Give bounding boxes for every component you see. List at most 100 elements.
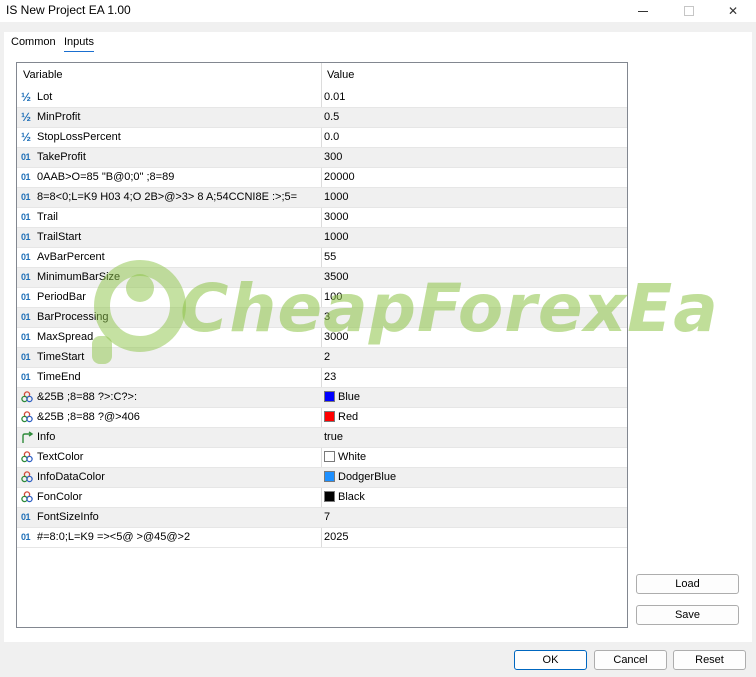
- value-text: 7: [324, 511, 331, 523]
- table-row[interactable]: ½ MinProfit 0.5: [17, 108, 627, 128]
- table-row[interactable]: 01 TrailStart 1000: [17, 228, 627, 248]
- value-text: 300: [324, 151, 343, 163]
- value-text: 1000: [324, 191, 349, 203]
- int-type-icon: 01: [21, 292, 31, 302]
- variable-value[interactable]: 1000: [324, 191, 348, 203]
- table-row[interactable]: 01 TimeEnd 23: [17, 368, 627, 388]
- variable-value[interactable]: 0.01: [324, 91, 345, 103]
- variable-value[interactable]: 300: [324, 151, 342, 163]
- table-row[interactable]: 01 AvBarPercent 55: [17, 248, 627, 268]
- variable-value[interactable]: White: [324, 451, 366, 463]
- int-type-icon: 01: [21, 372, 31, 382]
- table-row[interactable]: TextColor White: [17, 448, 627, 468]
- int-type-icon: 01: [21, 272, 31, 282]
- variable-value[interactable]: 100: [324, 291, 342, 303]
- table-row[interactable]: 01 BarProcessing 3: [17, 308, 627, 328]
- table-row[interactable]: ½ Lot 0.01: [17, 88, 627, 108]
- variable-value[interactable]: 2: [324, 351, 330, 363]
- maximize-icon: [684, 6, 694, 16]
- header-value[interactable]: Value: [327, 69, 354, 81]
- load-button[interactable]: Load: [636, 574, 739, 594]
- table-row[interactable]: &25B ;8=88 ?@>406 Red: [17, 408, 627, 428]
- variable-value[interactable]: 0.5: [324, 111, 339, 123]
- cancel-button[interactable]: Cancel: [594, 650, 667, 670]
- variable-name: TrailStart: [37, 231, 82, 243]
- table-row[interactable]: FonColor Black: [17, 488, 627, 508]
- variable-value[interactable]: 0.0: [324, 131, 339, 143]
- color-palette-icon: [21, 491, 35, 504]
- variable-value[interactable]: Black: [324, 491, 365, 503]
- minimize-button[interactable]: [620, 0, 666, 22]
- variable-name: TextColor: [37, 451, 84, 463]
- variable-name: FontSizeInfo: [37, 511, 99, 523]
- variable-name: #=8:0;L=K9 =><5@ >@45@>2: [37, 531, 191, 543]
- grid-header: Variable Value: [17, 63, 627, 88]
- variable-name: Trail: [37, 211, 58, 223]
- table-row[interactable]: ½ StopLossPercent 0.0: [17, 128, 627, 148]
- ok-button[interactable]: OK: [514, 650, 587, 670]
- double-type-icon: ½: [21, 110, 32, 124]
- double-type-icon: ½: [21, 130, 32, 144]
- variable-value[interactable]: 3000: [324, 211, 348, 223]
- variable-value[interactable]: Blue: [324, 391, 360, 403]
- variable-value[interactable]: 2025: [324, 531, 348, 543]
- header-variable[interactable]: Variable: [23, 69, 63, 81]
- title-bar: IS New Project EA 1.00 ✕: [0, 0, 756, 22]
- variable-name: MaxSpread: [37, 331, 94, 343]
- variable-value[interactable]: 1000: [324, 231, 348, 243]
- table-row[interactable]: 01 MinimumBarSize 3500: [17, 268, 627, 288]
- table-row[interactable]: 01 0AAB>O=85 "B@0;0" ;8=89 20000: [17, 168, 627, 188]
- variable-value[interactable]: DodgerBlue: [324, 471, 396, 483]
- variable-value[interactable]: Red: [324, 411, 358, 423]
- table-row[interactable]: InfoDataColor DodgerBlue: [17, 468, 627, 488]
- value-text: 55: [324, 251, 337, 263]
- variable-name: MinProfit: [37, 111, 81, 123]
- variable-name: &25B ;8=88 ?@>406: [37, 411, 140, 423]
- int-type-icon: 01: [21, 212, 31, 222]
- variable-value[interactable]: 7: [324, 511, 330, 523]
- variable-value[interactable]: 3: [324, 311, 330, 323]
- table-row[interactable]: 01 8=8<0;L=K9 H03 4;O 2B>@>3> 8 A;54CCNI8…: [17, 188, 627, 208]
- value-text: 3: [324, 311, 331, 323]
- color-palette-icon: [21, 451, 35, 464]
- value-text: Red: [338, 411, 359, 423]
- variable-value[interactable]: 3500: [324, 271, 348, 283]
- table-row[interactable]: 01 FontSizeInfo 7: [17, 508, 627, 528]
- table-row[interactable]: &25B ;8=88 ?>:C?>: Blue: [17, 388, 627, 408]
- variable-value[interactable]: true: [324, 431, 343, 443]
- maximize-button[interactable]: [666, 0, 712, 22]
- variable-value[interactable]: 3000: [324, 331, 348, 343]
- value-text: 0.5: [324, 111, 340, 123]
- variable-value[interactable]: 20000: [324, 171, 355, 183]
- tab-inputs[interactable]: Inputs: [64, 36, 94, 52]
- table-row[interactable]: 01 TakeProfit 300: [17, 148, 627, 168]
- variable-name: 8=8<0;L=K9 H03 4;O 2B>@>3> 8 A;54CCNI8E …: [37, 191, 298, 203]
- variable-name: TimeStart: [37, 351, 85, 363]
- variable-name: PeriodBar: [37, 291, 86, 303]
- close-button[interactable]: ✕: [710, 0, 756, 22]
- variable-value[interactable]: 55: [324, 251, 336, 263]
- value-text: 3000: [324, 211, 349, 223]
- variable-name: AvBarPercent: [37, 251, 105, 263]
- double-type-icon: ½: [21, 90, 32, 104]
- value-text: 1000: [324, 231, 349, 243]
- int-type-icon: 01: [21, 152, 31, 162]
- arrow-turn-icon: [21, 431, 35, 444]
- reset-button[interactable]: Reset: [673, 650, 746, 670]
- table-row[interactable]: 01 #=8:0;L=K9 =><5@ >@45@>2 2025: [17, 528, 627, 548]
- tab-common[interactable]: Common: [11, 36, 56, 48]
- inputs-grid[interactable]: Variable Value ½ Lot 0.01 ½ MinProfit 0.5 ½ Sto…: [16, 62, 628, 628]
- table-row[interactable]: Info true: [17, 428, 627, 448]
- variable-name: StopLossPercent: [37, 131, 121, 143]
- table-row[interactable]: 01 TimeStart 2: [17, 348, 627, 368]
- table-row[interactable]: 01 Trail 3000: [17, 208, 627, 228]
- table-row[interactable]: 01 PeriodBar 100: [17, 288, 627, 308]
- variable-name: FonColor: [37, 491, 83, 503]
- save-button[interactable]: Save: [636, 605, 739, 625]
- value-text: 0.0: [324, 131, 340, 143]
- int-type-icon: 01: [21, 352, 31, 362]
- variable-value[interactable]: 23: [324, 371, 336, 383]
- value-text: 3500: [324, 271, 349, 283]
- variable-name: TakeProfit: [37, 151, 86, 163]
- table-row[interactable]: 01 MaxSpread 3000: [17, 328, 627, 348]
